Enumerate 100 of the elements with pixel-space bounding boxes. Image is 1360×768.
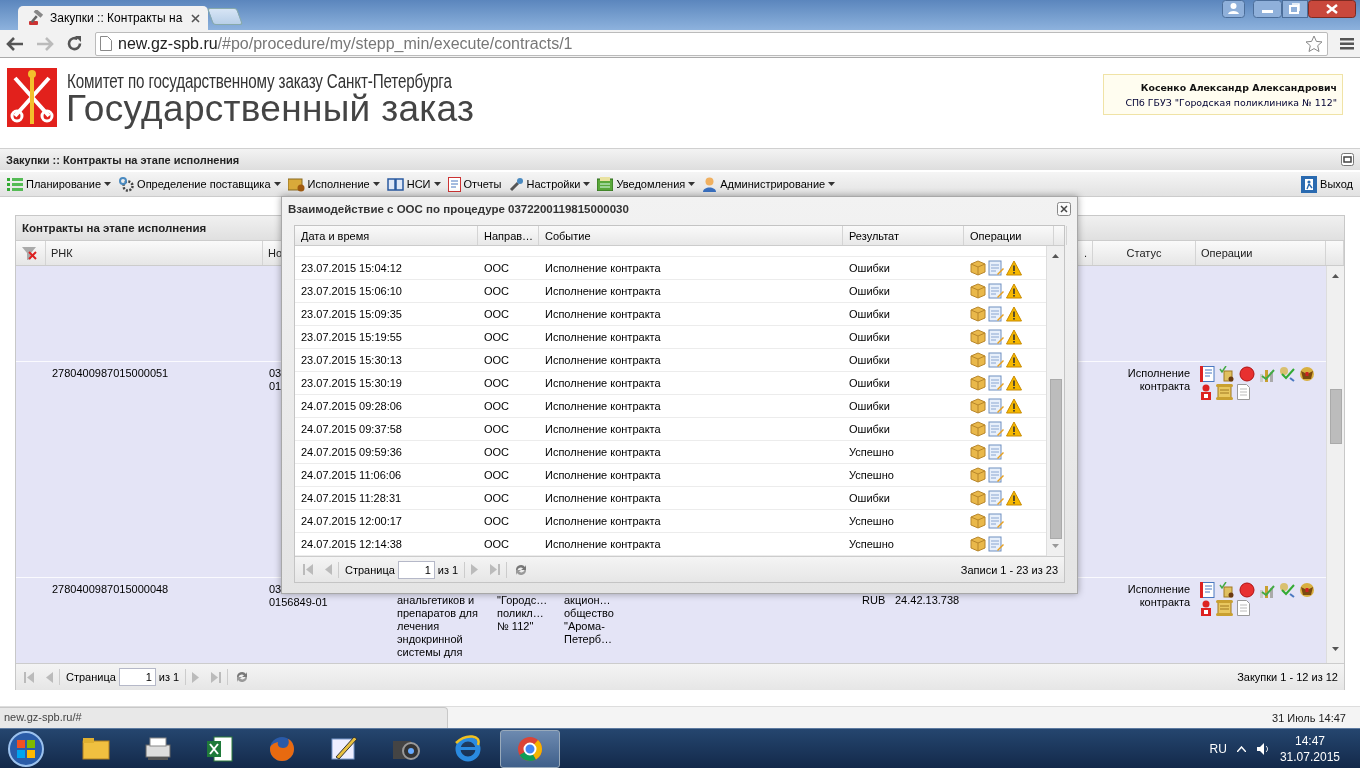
edit-document-icon xyxy=(988,329,1004,345)
edit-document-icon xyxy=(988,398,1004,414)
menu-item[interactable]: Планирование xyxy=(4,174,115,194)
page-field[interactable]: 1 xyxy=(397,560,435,579)
column-header[interactable]: . xyxy=(1083,247,1087,259)
scroll-up-icon[interactable] xyxy=(1052,254,1059,258)
column-header[interactable]: Результат xyxy=(849,229,900,242)
back-icon[interactable] xyxy=(6,35,24,52)
table-cell: ООС xyxy=(484,262,510,274)
table-cell: Исполнение контракта xyxy=(545,492,661,504)
table-cell: Исполнение контракта xyxy=(1127,583,1190,608)
language-indicator[interactable]: RU xyxy=(1209,741,1227,756)
filter-icon[interactable] xyxy=(21,245,37,261)
table-cell: Успешно xyxy=(849,515,894,527)
table-cell: 24.07.2015 09:59:36 xyxy=(301,446,402,458)
column-header[interactable]: Событие xyxy=(545,229,591,242)
minimize-button[interactable] xyxy=(1253,0,1282,18)
column-header[interactable]: Операции xyxy=(970,229,1022,242)
close-icon[interactable] xyxy=(1057,202,1071,216)
table-cell: Ошибки xyxy=(849,400,890,412)
reload-icon[interactable] xyxy=(66,35,83,52)
table-cell: 24.07.2015 11:28:31 xyxy=(301,492,402,504)
scrollbar-thumb[interactable] xyxy=(1330,389,1342,444)
table-cell: ООС xyxy=(484,377,510,389)
edit-document-icon xyxy=(988,467,1004,483)
certificate-icon xyxy=(1219,366,1235,382)
package-icon xyxy=(970,375,986,391)
menu-item[interactable]: Настройки xyxy=(505,174,594,194)
stop-icon xyxy=(1239,366,1255,382)
close-icon[interactable] xyxy=(191,13,200,23)
column-header[interactable]: Статус xyxy=(1126,247,1162,259)
warning-icon xyxy=(1006,352,1022,368)
table-cell: Исполнение контракта xyxy=(545,538,661,550)
browser-tab[interactable]: Закупки :: Контракты на xyxy=(18,6,208,30)
table-cell: 23.07.2015 15:09:35 xyxy=(301,308,402,320)
column-header[interactable]: РНК xyxy=(51,247,73,259)
wrench-icon xyxy=(508,176,524,192)
page-clock: 31 Июль 14:47 xyxy=(1272,711,1347,724)
system-clock[interactable]: 14:47 31.07.2015 xyxy=(1279,732,1340,765)
table-cell: Ошибки xyxy=(849,285,890,297)
scrollbar-thumb[interactable] xyxy=(1050,379,1062,539)
edit-document-icon xyxy=(988,352,1004,368)
table-cell: ООС xyxy=(484,331,510,343)
package-icon xyxy=(970,283,986,299)
package-icon xyxy=(970,352,986,368)
previous-page-icon xyxy=(325,564,332,575)
maximize-icon[interactable] xyxy=(1341,153,1354,166)
menu-item[interactable]: Определение поставщика xyxy=(115,174,284,194)
table-cell: 24.42.13.738 xyxy=(895,594,960,606)
table-cell: 23.07.2015 15:06:10 xyxy=(301,285,402,297)
menu-item[interactable]: Уведомления xyxy=(594,174,699,194)
table-cell: ООС xyxy=(484,400,510,412)
close-button[interactable] xyxy=(1308,0,1356,18)
edit-document-icon xyxy=(988,444,1004,460)
star-icon[interactable] xyxy=(1305,34,1323,53)
menu-item[interactable]: НСИ xyxy=(383,174,444,194)
table-cell: ООС xyxy=(484,492,510,504)
caret-icon xyxy=(828,182,836,186)
menu-item[interactable]: Администрирование xyxy=(699,174,839,194)
table-cell: Ошибки xyxy=(849,354,890,366)
scroll-up-icon[interactable] xyxy=(1332,274,1339,278)
edit-document-icon xyxy=(988,306,1004,322)
menu-item[interactable]: Исполнение xyxy=(284,174,383,194)
table-cell: Исполнение контракта xyxy=(545,377,661,389)
start-button[interactable] xyxy=(6,728,46,768)
logout-button[interactable]: Выход xyxy=(1298,174,1356,194)
edit-document-icon xyxy=(988,283,1004,299)
caret-icon xyxy=(372,182,380,186)
table-cell: Ошибки xyxy=(849,423,890,435)
column-header[interactable]: Дата и время xyxy=(301,229,370,242)
profile-button[interactable] xyxy=(1222,0,1245,18)
package-icon xyxy=(970,490,986,506)
previous-page-icon xyxy=(46,671,53,683)
table-cell: ООС xyxy=(484,308,510,320)
folder-icon xyxy=(597,177,614,191)
column-header[interactable]: Операции xyxy=(1201,247,1253,259)
new-tab-button[interactable] xyxy=(206,8,244,25)
address-bar[interactable]: new.gz-spb.ru/#po/procedure/my/stepp_min/execute/contracts/1 xyxy=(95,31,1328,56)
table-cell: ООС xyxy=(484,354,510,366)
scroll-down-icon[interactable] xyxy=(1332,647,1339,651)
page-field[interactable]: 1 xyxy=(118,668,156,686)
table-cell: Исполнение контракта xyxy=(545,262,661,274)
table-cell: RUB xyxy=(862,594,886,606)
table-cell: ООС xyxy=(484,469,510,481)
restore-button[interactable] xyxy=(1282,0,1308,18)
page-label: Страница xyxy=(345,563,395,576)
table-cell: 24.07.2015 09:37:58 xyxy=(301,423,402,435)
table-cell: Исполнение контракта xyxy=(545,423,661,435)
expand-icon[interactable] xyxy=(1236,745,1246,752)
table-cell: 23.07.2015 15:19:55 xyxy=(301,331,402,343)
speaker-icon[interactable] xyxy=(1255,741,1270,756)
emblem-icon xyxy=(7,68,57,127)
table-cell: ООС xyxy=(484,515,510,527)
menu-icon[interactable] xyxy=(1340,37,1354,50)
column-header[interactable]: Направ… xyxy=(484,229,534,242)
user-icon xyxy=(1200,384,1212,400)
menu-item[interactable]: Отчеты xyxy=(444,174,505,194)
table-cell: "Городс… поликл… № 112" xyxy=(497,594,548,632)
last-page-icon xyxy=(490,564,501,575)
gears-icon xyxy=(118,176,135,192)
